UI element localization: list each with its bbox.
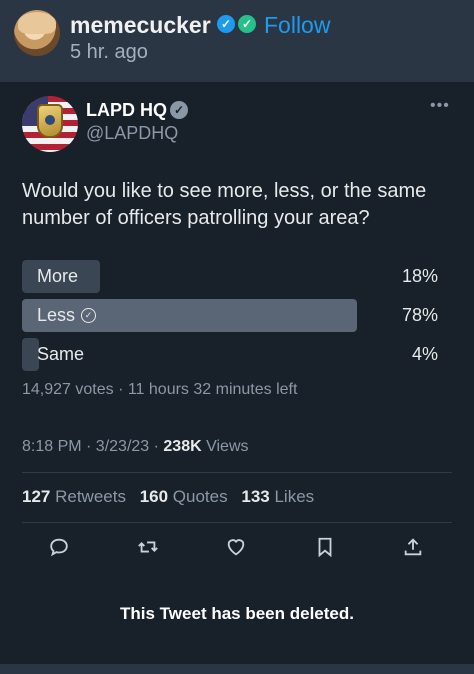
more-horizontal-icon[interactable]: ••• bbox=[430, 97, 450, 115]
post-header: memecucker ✓ ✓ Follow 5 hr. ago bbox=[0, 0, 474, 82]
poll-option: More 18% bbox=[22, 260, 438, 293]
avatar[interactable] bbox=[14, 10, 60, 56]
author-avatar[interactable] bbox=[22, 96, 78, 152]
action-bar bbox=[46, 534, 426, 560]
author-name[interactable]: LAPD HQ bbox=[86, 100, 167, 121]
poll-option-percent: 18% bbox=[401, 266, 438, 286]
gray-verified-icon: ✓ bbox=[170, 101, 188, 119]
poll-option-label: Same bbox=[37, 344, 85, 364]
user-badges: ✓ ✓ bbox=[217, 15, 256, 33]
username[interactable]: memecucker bbox=[70, 12, 211, 39]
views-count: 238K bbox=[163, 438, 202, 455]
poll-option: Same 4% bbox=[22, 338, 438, 371]
timestamp-date[interactable]: 8:18 PM · 3/23/23 · bbox=[22, 438, 163, 455]
deleted-notice: This Tweet has been deleted. bbox=[120, 604, 354, 623]
poll-option-label: Less ✓ bbox=[37, 305, 97, 326]
views-label: Views bbox=[201, 438, 249, 455]
poll-option-label: More bbox=[37, 266, 79, 286]
retweet-icon[interactable] bbox=[135, 534, 161, 560]
badge-logo-icon bbox=[37, 104, 63, 138]
check-circle-icon: ✓ bbox=[81, 308, 97, 323]
poll-option-percent: 78% bbox=[401, 305, 438, 325]
poll-option-percent: 4% bbox=[411, 344, 438, 364]
post-time: 5 hr. ago bbox=[70, 41, 148, 63]
poll-meta: 14,927 votes · 11 hours 32 minutes left bbox=[22, 381, 298, 398]
reply-icon[interactable] bbox=[46, 534, 72, 560]
share-icon[interactable] bbox=[400, 534, 426, 560]
shield-check-icon: ✓ bbox=[238, 15, 256, 33]
poll-option: Less ✓ 78% bbox=[22, 299, 438, 332]
tweet-text: Would you like to see more, less, or the… bbox=[22, 180, 427, 229]
divider bbox=[22, 522, 452, 523]
divider bbox=[22, 472, 452, 473]
retweets-stat[interactable]: 127 Retweets bbox=[22, 487, 126, 506]
likes-stat[interactable]: 133 Likes bbox=[241, 487, 314, 506]
like-icon[interactable] bbox=[223, 534, 249, 560]
bookmark-icon[interactable] bbox=[312, 534, 338, 560]
quotes-stat[interactable]: 160 Quotes bbox=[140, 487, 228, 506]
tweet-timestamp: 8:18 PM · 3/23/23 · 238K Views bbox=[22, 438, 249, 456]
tweet-card: LAPD HQ ✓ @LAPDHQ ••• Would you like to … bbox=[0, 82, 474, 664]
bottom-bar bbox=[0, 664, 474, 674]
engagement-stats: 127 Retweets 160 Quotes 133 Likes bbox=[22, 487, 323, 507]
verified-badge-icon: ✓ bbox=[217, 15, 235, 33]
follow-button[interactable]: Follow bbox=[264, 12, 330, 39]
author-handle[interactable]: @LAPDHQ bbox=[86, 123, 178, 144]
